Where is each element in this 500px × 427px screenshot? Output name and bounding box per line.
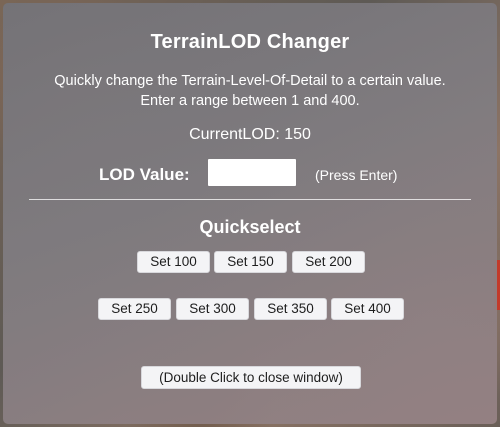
set-350-button[interactable]: Set 350 xyxy=(254,298,327,320)
terrain-lod-window: TerrainLOD Changer Quickly change the Te… xyxy=(3,3,497,424)
description-line-2: Enter a range between 1 and 400. xyxy=(140,93,360,109)
set-100-button[interactable]: Set 100 xyxy=(137,251,210,273)
set-200-button[interactable]: Set 200 xyxy=(292,251,365,273)
description-line-1: Quickly change the Terrain-Level-Of-Deta… xyxy=(54,73,446,89)
press-enter-hint: (Press Enter) xyxy=(315,167,398,183)
quickselect-title: Quickselect xyxy=(199,217,301,237)
close-window-button[interactable]: (Double Click to close window) xyxy=(141,366,361,389)
window-title: TerrainLOD Changer xyxy=(150,31,350,53)
set-150-button[interactable]: Set 150 xyxy=(214,251,287,273)
set-400-button[interactable]: Set 400 xyxy=(331,298,404,320)
section-divider xyxy=(29,199,471,200)
lod-value-input[interactable] xyxy=(208,159,296,186)
set-300-button[interactable]: Set 300 xyxy=(176,298,249,320)
set-250-button[interactable]: Set 250 xyxy=(98,298,171,320)
lod-value-label: LOD Value: xyxy=(99,165,190,184)
current-lod-readout: CurrentLOD: 150 xyxy=(189,126,311,143)
